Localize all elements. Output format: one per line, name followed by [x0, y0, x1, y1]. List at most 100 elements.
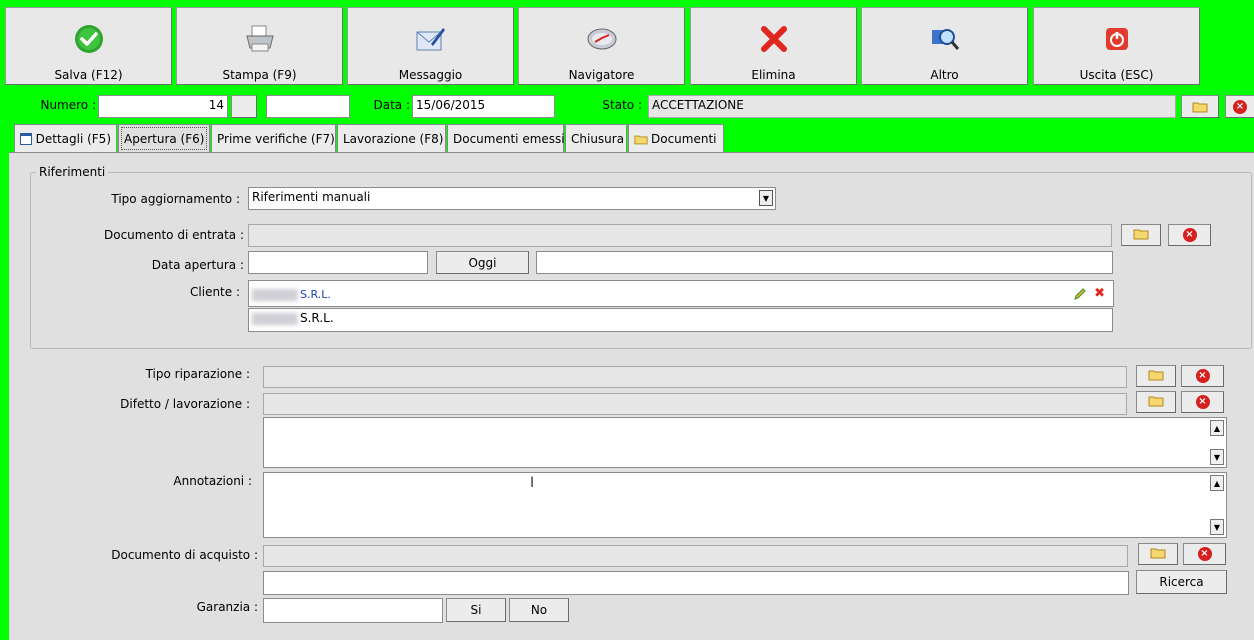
- exit-button[interactable]: Uscita (ESC): [1033, 7, 1200, 85]
- folder-icon: [1133, 228, 1149, 243]
- magnifier-icon: [928, 22, 962, 56]
- scroll-up-icon[interactable]: ▲: [1210, 420, 1224, 436]
- tipo-riparazione-clear-button[interactable]: ×: [1181, 365, 1224, 387]
- print-button-label: Stampa (F9): [222, 68, 297, 82]
- documento-entrata-clear-button[interactable]: ×: [1168, 224, 1211, 246]
- numero-field[interactable]: 14: [98, 95, 228, 118]
- documento-entrata-label: Documento di entrata :: [104, 228, 244, 242]
- cliente-label: Cliente :: [190, 285, 240, 299]
- documento-acquisto-label: Documento di acquisto :: [111, 548, 258, 562]
- numero-label: Numero :: [40, 98, 96, 112]
- no-button[interactable]: No: [509, 598, 569, 622]
- scroll-down-icon[interactable]: ▼: [1210, 449, 1224, 465]
- save-button[interactable]: Salva (F12): [5, 7, 172, 85]
- si-button[interactable]: Si: [446, 598, 506, 622]
- stato-open-button[interactable]: [1181, 95, 1219, 118]
- tab-apertura[interactable]: Apertura (F6): [118, 124, 210, 153]
- folder-icon: [634, 134, 648, 145]
- tipo-riparazione-open-button[interactable]: [1136, 365, 1176, 387]
- calendar-icon: [20, 133, 32, 145]
- redacted-name: [252, 312, 298, 325]
- folder-icon: [1150, 547, 1166, 562]
- stato-label: Stato :: [602, 98, 642, 112]
- numero-suffix-field[interactable]: [266, 95, 350, 118]
- documento-acquisto-search-field[interactable]: [263, 571, 1129, 595]
- stato-field: ACCETTAZIONE: [648, 95, 1176, 118]
- documento-acquisto-open-button[interactable]: [1138, 543, 1178, 565]
- print-button[interactable]: Stampa (F9): [176, 7, 343, 85]
- cliente-name-field: S.R.L.: [248, 308, 1113, 332]
- compass-icon: [585, 22, 619, 56]
- tab-dettagli[interactable]: Dettagli (F5): [14, 124, 117, 153]
- tab-prime-verifiche[interactable]: Prime verifiche (F7): [211, 124, 336, 153]
- difetto-open-button[interactable]: [1136, 391, 1176, 413]
- tipo-aggiornamento-label: Tipo aggiornamento :: [111, 192, 240, 206]
- scroll-down-icon[interactable]: ▼: [1210, 519, 1224, 535]
- delete-button[interactable]: Elimina: [690, 7, 857, 85]
- difetto-clear-button[interactable]: ×: [1181, 391, 1224, 413]
- tab-documenti-emessi[interactable]: Documenti emessi: [447, 124, 565, 153]
- tab-documenti-emessi-label: Documenti emessi: [453, 132, 565, 146]
- tab-lavorazione-label: Lavorazione (F8): [343, 132, 444, 146]
- power-icon: [1100, 22, 1134, 56]
- text-cursor-icon: I: [530, 475, 535, 491]
- tipo-riparazione-field: [263, 366, 1127, 388]
- tab-chiusura[interactable]: Chiusura: [565, 124, 627, 153]
- tab-prime-verifiche-label: Prime verifiche (F7): [217, 132, 335, 146]
- data-apertura-note-field[interactable]: [536, 251, 1113, 274]
- message-button[interactable]: Messaggio: [347, 7, 514, 85]
- remove-icon[interactable]: ✖: [1094, 286, 1105, 301]
- clear-icon: ×: [1195, 395, 1210, 409]
- printer-icon: [243, 22, 277, 56]
- oggi-button[interactable]: Oggi: [436, 251, 529, 274]
- documento-entrata-field: [248, 224, 1112, 247]
- tipo-riparazione-label: Tipo riparazione :: [145, 367, 250, 381]
- navigator-button-label: Navigatore: [568, 68, 635, 82]
- delete-button-label: Elimina: [751, 68, 796, 82]
- cliente-field[interactable]: S.R.L. ✖: [248, 280, 1114, 307]
- scroll-up-icon[interactable]: ▲: [1210, 475, 1224, 491]
- garanzia-field[interactable]: [263, 598, 443, 623]
- stato-clear-button[interactable]: ×: [1225, 95, 1254, 118]
- difetto-text-area[interactable]: ▲ ▼: [263, 417, 1227, 468]
- clear-icon: ×: [1233, 99, 1247, 114]
- folder-icon: [1148, 369, 1164, 384]
- red-x-icon: [757, 22, 791, 56]
- redacted-name: [252, 288, 298, 301]
- garanzia-label: Garanzia :: [196, 600, 258, 614]
- numero-lookup-button[interactable]: [231, 95, 257, 118]
- documento-acquisto-clear-button[interactable]: ×: [1183, 543, 1226, 565]
- cliente-name: S.R.L.: [300, 311, 334, 325]
- ricerca-button[interactable]: Ricerca: [1136, 570, 1227, 594]
- cliente-link[interactable]: S.R.L.: [300, 288, 331, 301]
- envelope-pen-icon: [414, 22, 448, 56]
- tipo-aggiornamento-value: Riferimenti manuali: [252, 190, 371, 204]
- folder-icon: [1148, 395, 1164, 410]
- navigator-button[interactable]: Navigatore: [518, 7, 685, 85]
- data-apertura-field[interactable]: [248, 251, 428, 274]
- documento-entrata-open-button[interactable]: [1121, 224, 1161, 246]
- clear-icon: ×: [1197, 547, 1212, 561]
- annotazioni-text-area[interactable]: I ▲ ▼: [263, 472, 1227, 538]
- tipo-aggiornamento-select[interactable]: Riferimenti manuali ▼: [248, 187, 776, 210]
- tab-apertura-label: Apertura (F6): [124, 132, 205, 146]
- tab-chiusura-label: Chiusura: [571, 132, 625, 146]
- data-apertura-label: Data apertura :: [151, 258, 244, 272]
- folder-icon: [1192, 101, 1208, 113]
- chevron-down-icon[interactable]: ▼: [759, 190, 773, 206]
- annotazioni-label: Annotazioni :: [173, 474, 252, 488]
- check-icon: [72, 22, 106, 56]
- riferimenti-title: Riferimenti: [36, 165, 109, 179]
- tab-lavorazione[interactable]: Lavorazione (F8): [337, 124, 446, 153]
- data-field[interactable]: 15/06/2015: [412, 95, 555, 118]
- tab-documenti-label: Documenti: [651, 132, 717, 146]
- pencil-icon[interactable]: [1073, 287, 1087, 304]
- difetto-field: [263, 393, 1127, 415]
- documento-acquisto-field: [263, 545, 1128, 567]
- other-button[interactable]: Altro: [861, 7, 1028, 85]
- exit-button-label: Uscita (ESC): [1079, 68, 1154, 82]
- data-label: Data :: [373, 98, 410, 112]
- tab-documenti[interactable]: Documenti: [628, 124, 724, 153]
- tab-dettagli-label: Dettagli (F5): [35, 132, 111, 146]
- message-button-label: Messaggio: [398, 68, 463, 82]
